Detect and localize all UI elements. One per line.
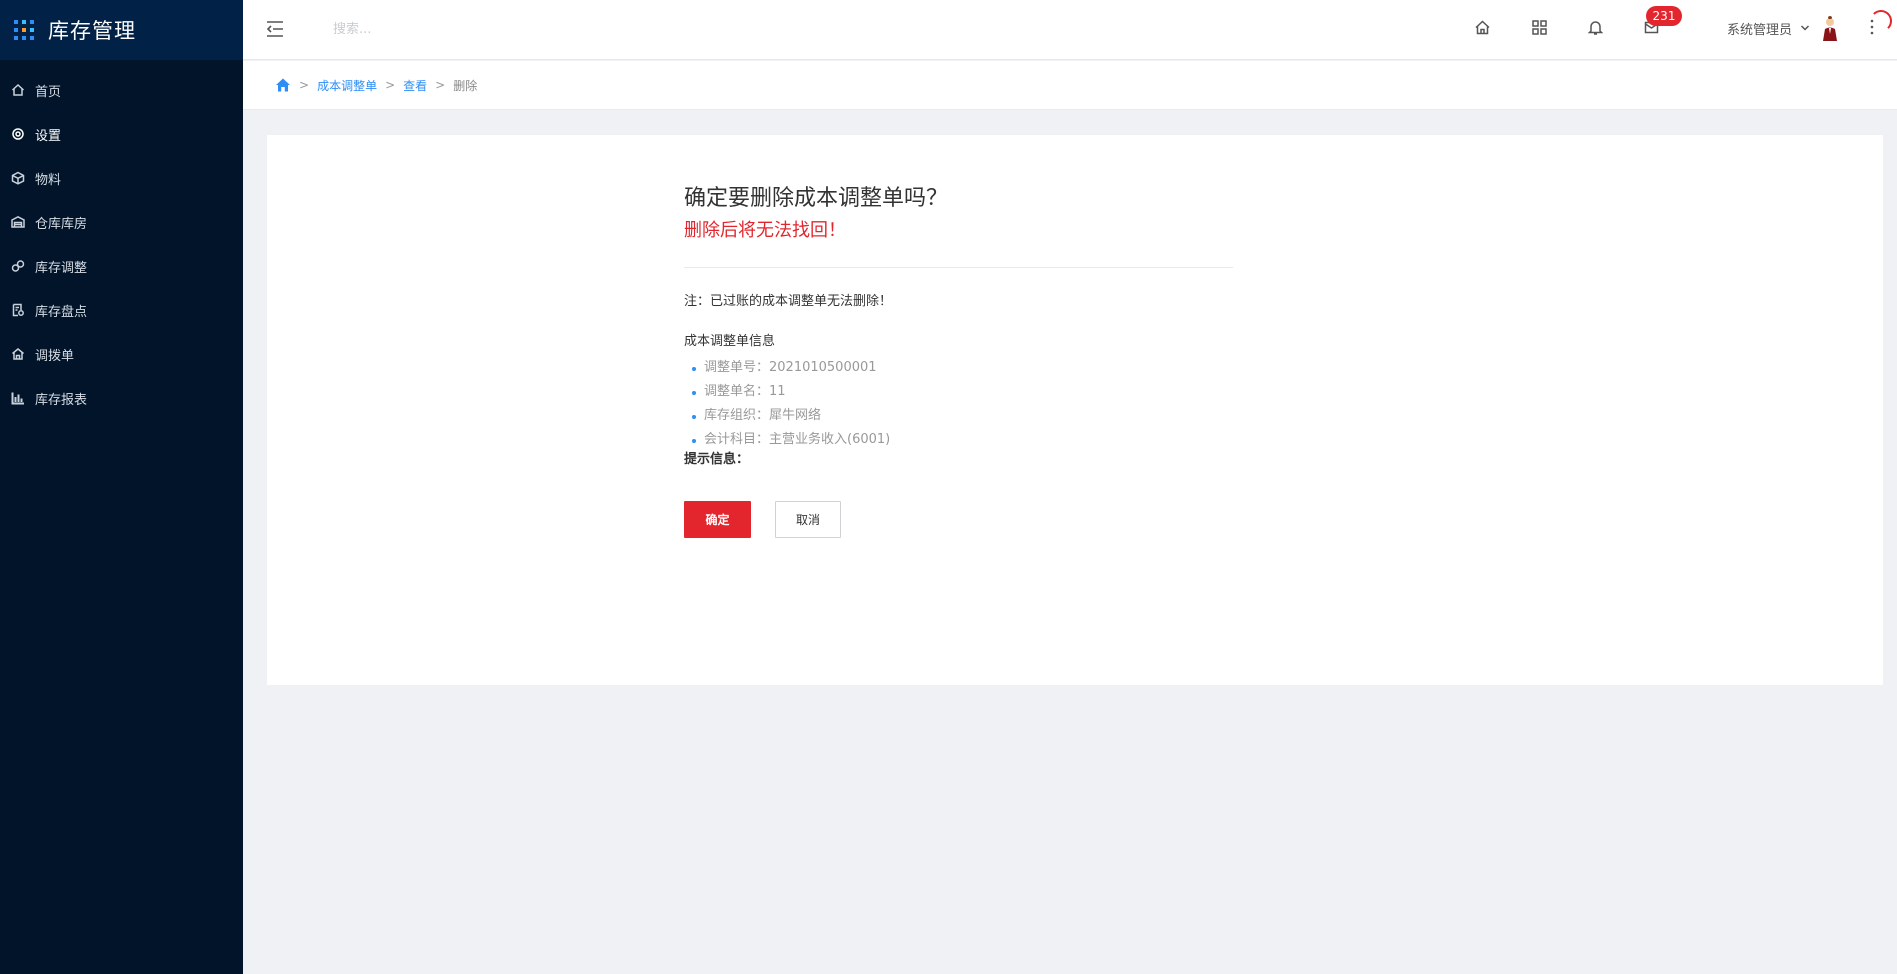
adjust-icon — [11, 259, 25, 273]
sidebar-item-label: 物料 — [35, 172, 62, 188]
breadcrumb-separator: > — [435, 78, 446, 92]
cancel-button[interactable]: 取消 — [775, 501, 841, 538]
notification-badge: 231 — [1646, 6, 1682, 26]
sidebar-item-materials[interactable]: 物料 — [0, 156, 243, 200]
sidebar-item-warehouse[interactable]: 仓库库房 — [0, 200, 243, 244]
delete-warning: 删除后将无法找回！ — [684, 220, 846, 241]
box-icon — [11, 171, 25, 185]
bar-chart-icon — [11, 391, 25, 405]
breadcrumb-link-cost-adjustment[interactable]: 成本调整单 — [317, 77, 377, 94]
info-section-title: 成本调整单信息 — [684, 334, 776, 349]
sidebar-item-label: 库存报表 — [35, 392, 88, 408]
breadcrumb: > 成本调整单 > 查看 > 删除 — [243, 61, 1897, 110]
breadcrumb-current: 删除 — [453, 78, 478, 93]
sidebar-item-label: 首页 — [35, 84, 62, 100]
sidebar-item-label: 设置 — [35, 128, 62, 144]
sidebar-item-reports[interactable]: 库存报表 — [0, 376, 243, 420]
sidebar-menu: 首页 设置 物料 仓库库房 库存调整 库存盘点 调拨单 库存报表 — [0, 60, 243, 420]
action-buttons: 确定 取消 — [684, 501, 1233, 538]
loading-spinner-icon — [1870, 10, 1892, 32]
gear-icon — [11, 127, 25, 141]
sidebar-item-label: 库存调整 — [35, 260, 88, 276]
collapse-sidebar-icon[interactable] — [265, 19, 285, 39]
search-input[interactable] — [333, 16, 633, 42]
sidebar-item-label: 库存盘点 — [35, 304, 88, 320]
delete-confirm-card: 确定要删除成本调整单吗？ 删除后将无法找回！ 注：已过账的成本调整单无法删除！ … — [267, 135, 1883, 685]
info-item-doc-number: 调整单号：2021010500001 — [692, 356, 1233, 380]
avatar[interactable] — [1819, 14, 1841, 42]
app-title: 库存管理 — [48, 19, 136, 43]
sidebar-item-stock-count[interactable]: 库存盘点 — [0, 288, 243, 332]
warehouse-icon — [11, 215, 25, 229]
sidebar-item-label: 调拨单 — [35, 348, 75, 364]
chevron-down-icon[interactable] — [1800, 22, 1810, 32]
sidebar-item-home[interactable]: 首页 — [0, 68, 243, 112]
breadcrumb-separator: > — [385, 78, 396, 92]
page-title: 确定要删除成本调整单吗？ — [684, 186, 949, 211]
brand-header: 库存管理 — [0, 0, 243, 60]
sidebar: 库存管理 首页 设置 物料 仓库库房 库存调整 库存盘点 调拨单 库存报表 — [0, 0, 243, 974]
home-icon — [11, 83, 25, 97]
breadcrumb-link-view[interactable]: 查看 — [403, 77, 427, 94]
inventory-icon — [11, 303, 25, 317]
info-list: 调整单号：2021010500001 调整单名：11 库存组织：犀牛网络 会计科… — [684, 356, 1233, 452]
user-name[interactable]: 系统管理员 — [1727, 19, 1792, 38]
bell-icon[interactable] — [1585, 17, 1605, 37]
info-item-account: 会计科目：主营业务收入(6001) — [692, 428, 1233, 452]
sidebar-item-label: 仓库库房 — [35, 216, 88, 232]
sidebar-item-stock-adjust[interactable]: 库存调整 — [0, 244, 243, 288]
breadcrumb-separator: > — [299, 78, 310, 92]
info-item-org: 库存组织：犀牛网络 — [692, 404, 1233, 428]
app-grid-logo-icon — [14, 20, 34, 40]
divider — [684, 267, 1233, 268]
sidebar-item-transfer[interactable]: 调拨单 — [0, 332, 243, 376]
breadcrumb-home-icon[interactable] — [275, 77, 291, 93]
transfer-icon — [11, 347, 25, 361]
home-nav-icon[interactable] — [1472, 17, 1492, 37]
sidebar-item-settings[interactable]: 设置 — [0, 112, 243, 156]
posted-note: 注：已过账的成本调整单无法删除！ — [684, 294, 893, 309]
confirm-button[interactable]: 确定 — [684, 501, 751, 538]
delete-confirm-content: 确定要删除成本调整单吗？ 删除后将无法找回！ 注：已过账的成本调整单无法删除！ … — [684, 183, 1233, 538]
apps-grid-icon[interactable] — [1529, 17, 1549, 37]
info-item-doc-name: 调整单名：11 — [692, 380, 1233, 404]
